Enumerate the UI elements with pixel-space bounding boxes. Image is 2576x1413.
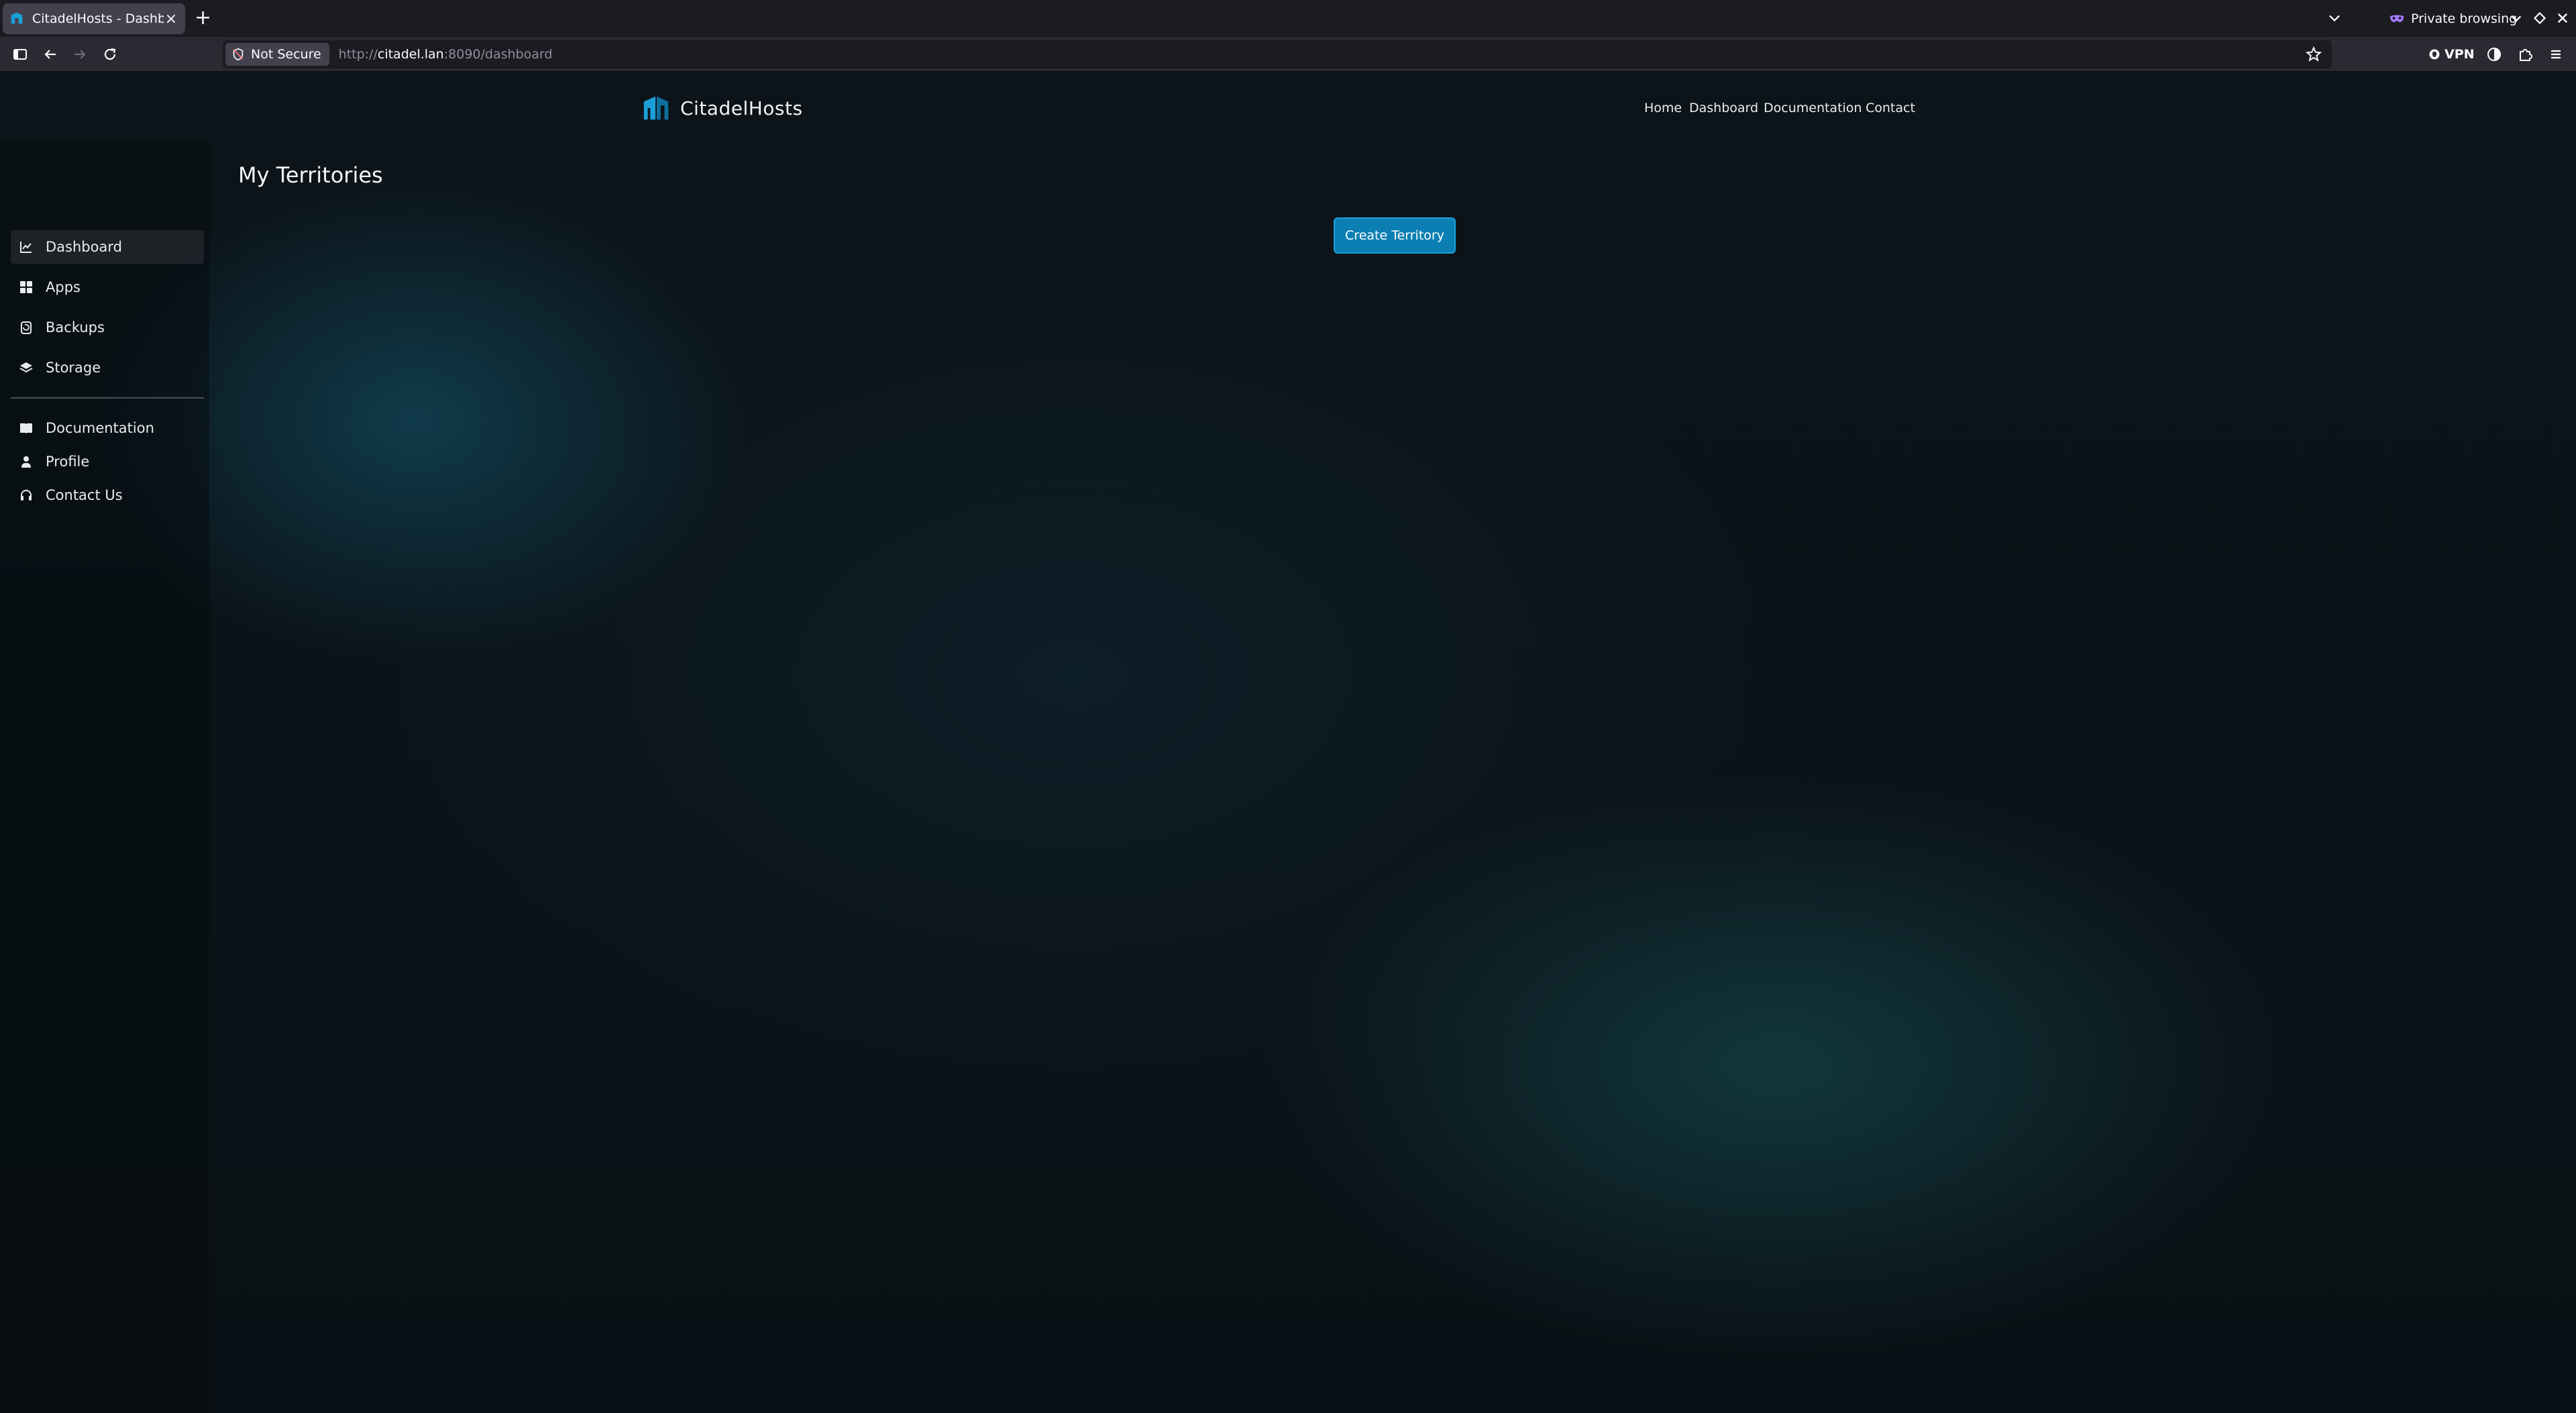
- reload-icon[interactable]: [99, 44, 121, 65]
- backup-icon: [21, 321, 32, 334]
- vpn-button[interactable]: VPN: [2428, 44, 2475, 65]
- site-logo[interactable]: CitadelHosts: [641, 92, 803, 124]
- browser-tab[interactable]: CitadelHosts - Dashboard ×: [3, 3, 185, 34]
- bookmark-star-icon[interactable]: [2305, 46, 2322, 63]
- create-territory-button[interactable]: Create Territory: [1334, 217, 1456, 254]
- chart-line-icon: [20, 242, 32, 253]
- sidebar-label-storage: Storage: [46, 360, 101, 376]
- sidebar-label-documentation: Documentation: [46, 420, 154, 436]
- extensions-puzzle-icon[interactable]: [2514, 44, 2536, 65]
- page-title: My Territories: [238, 162, 383, 188]
- private-browsing-indicator: Private browsing: [2390, 0, 2517, 37]
- address-bar[interactable]: Not Secure http://citadel.lan:8090/dashb…: [223, 40, 2332, 68]
- topnav-contact-link[interactable]: Contact: [1866, 101, 1915, 115]
- shield-slash-icon: [233, 48, 244, 61]
- site-header: CitadelHosts Home Dashboard Documentatio…: [0, 72, 2576, 142]
- window-menu-chevron-icon[interactable]: [2506, 8, 2526, 28]
- url-scheme: http://: [338, 47, 378, 62]
- topnav-home-link[interactable]: Home: [1644, 101, 1682, 115]
- back-arrow-icon[interactable]: [40, 44, 61, 65]
- hamburger-menu-icon[interactable]: [2545, 44, 2567, 65]
- sidebar-label-profile: Profile: [46, 454, 90, 470]
- sidebar-item-profile[interactable]: Profile: [11, 445, 204, 478]
- page-viewport: CitadelHosts Home Dashboard Documentatio…: [0, 72, 2576, 1413]
- sidebar-label-apps: Apps: [46, 279, 80, 295]
- topnav-contact[interactable]: Contact: [1866, 99, 1915, 117]
- sidebar: Dashboard Apps Backups Storage Documenta…: [0, 142, 209, 1413]
- url-host: citadel.lan: [377, 47, 444, 62]
- new-tab-icon[interactable]: +: [195, 7, 211, 30]
- user-icon: [21, 456, 31, 468]
- sidebar-item-storage[interactable]: Storage: [11, 351, 204, 384]
- browser-navbar: Not Secure http://citadel.lan:8090/dashb…: [0, 37, 2576, 72]
- sidebar-divider: [11, 397, 204, 399]
- topnav-documentation[interactable]: Documentation: [1764, 99, 1862, 117]
- sidebar-item-contact-us[interactable]: Contact Us: [11, 478, 204, 512]
- sidebar-item-apps[interactable]: Apps: [11, 270, 204, 304]
- topnav-dashboard-link[interactable]: Dashboard: [1689, 101, 1758, 115]
- not-secure-label: Not Secure: [251, 47, 321, 62]
- sidebar-label-dashboard: Dashboard: [46, 239, 122, 255]
- sidebar-toggle-icon[interactable]: [9, 44, 31, 65]
- url-path: :8090/dashboard: [443, 47, 553, 62]
- book-icon: [20, 423, 32, 433]
- not-secure-badge[interactable]: Not Secure: [225, 43, 329, 66]
- window-restore-icon[interactable]: [2530, 8, 2550, 28]
- vpn-shield-icon: [2429, 49, 2440, 60]
- topnav-documentation-link[interactable]: Documentation: [1764, 101, 1862, 115]
- forward-arrow-icon[interactable]: [69, 44, 91, 65]
- sidebar-item-documentation[interactable]: Documentation: [11, 411, 204, 445]
- grid-icon: [20, 281, 32, 293]
- brand-name: CitadelHosts: [680, 97, 803, 119]
- layers-icon: [19, 362, 33, 373]
- headset-icon: [21, 490, 32, 501]
- sidebar-item-backups[interactable]: Backups: [11, 311, 204, 344]
- browser-tabstrip: CitadelHosts - Dashboard × + Private bro…: [0, 0, 2576, 37]
- private-browsing-label: Private browsing: [2411, 11, 2518, 26]
- sidebar-item-dashboard[interactable]: Dashboard: [11, 230, 204, 264]
- citadel-logo-icon: [643, 96, 669, 120]
- tab-title: CitadelHosts - Dashboard: [32, 11, 164, 26]
- vpn-label: VPN: [2445, 47, 2475, 62]
- private-mask-icon: [2390, 15, 2404, 22]
- tab-list-chevron-icon[interactable]: [2325, 9, 2344, 28]
- topnav-dashboard[interactable]: Dashboard: [1689, 99, 1758, 117]
- topnav-home[interactable]: Home: [1644, 99, 1682, 117]
- sidebar-label-backups: Backups: [46, 319, 105, 335]
- url-text[interactable]: http://citadel.lan:8090/dashboard: [339, 47, 553, 62]
- citadel-favicon-icon: [11, 12, 23, 24]
- tab-close-icon[interactable]: ×: [164, 11, 178, 28]
- window-close-icon[interactable]: [2553, 8, 2573, 28]
- account-icon[interactable]: [2483, 44, 2505, 65]
- sidebar-label-contact-us: Contact Us: [46, 487, 123, 503]
